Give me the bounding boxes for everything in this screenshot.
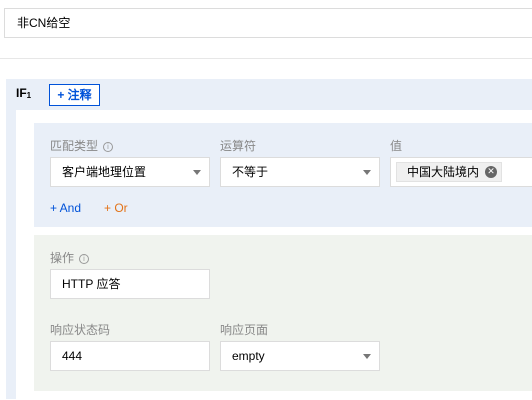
info-icon[interactable]: i (103, 142, 114, 152)
add-or-condition-button[interactable]: + Or (104, 201, 128, 215)
action-value: HTTP 应答 (62, 277, 121, 291)
operator-label: 运算符 (220, 139, 257, 153)
add-note-button[interactable]: + 注释 (49, 84, 100, 106)
rule-name-input[interactable]: 非CN给空 (4, 8, 532, 38)
value-tag-input[interactable]: 中国大陆境内 ✕ (390, 157, 532, 187)
status-code-value: 444 (62, 349, 83, 363)
status-code-input[interactable]: 444 (50, 341, 210, 371)
chevron-down-icon (363, 354, 371, 359)
chevron-down-icon (193, 170, 201, 175)
response-page-value: empty (232, 349, 265, 363)
chevron-down-icon (363, 170, 371, 175)
response-page-label: 响应页面 (220, 323, 269, 337)
operator-select[interactable]: 不等于 (220, 157, 380, 187)
section-divider (0, 58, 532, 59)
response-page-select[interactable]: empty (220, 341, 380, 371)
value-label: 值 (390, 139, 403, 153)
value-tag-text: 中国大陆境内 (407, 165, 480, 179)
add-and-condition-button[interactable]: + And (50, 201, 81, 215)
value-tag: 中国大陆境内 ✕ (396, 162, 503, 182)
match-type-value: 客户端地理位置 (62, 165, 147, 179)
match-type-select[interactable]: 客户端地理位置 (50, 157, 210, 187)
if-label: IF1 (16, 86, 32, 100)
close-circle-icon[interactable]: ✕ (485, 166, 498, 178)
info-icon[interactable]: i (79, 254, 90, 264)
if-index: 1 (26, 91, 32, 100)
operator-value: 不等于 (232, 165, 269, 179)
match-type-label: 匹配类型 i (50, 137, 114, 154)
action-input[interactable]: HTTP 应答 (50, 269, 210, 299)
action-label: 操作 i (50, 249, 90, 266)
status-code-label: 响应状态码 (50, 323, 111, 337)
